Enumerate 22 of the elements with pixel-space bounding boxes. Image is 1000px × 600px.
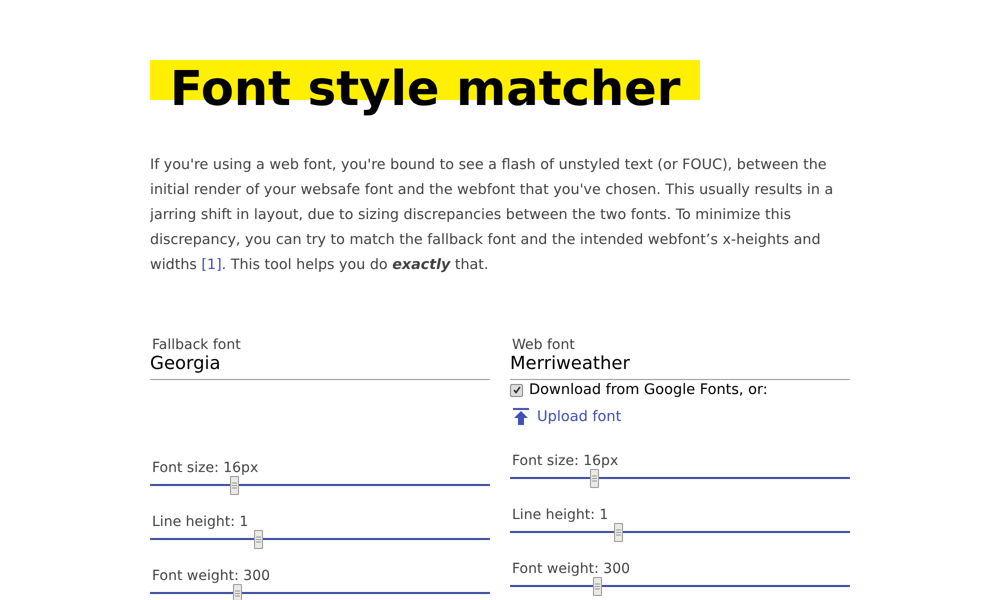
slider-label: Line height: 1 xyxy=(151,513,250,531)
slider-thumb[interactable] xyxy=(230,476,239,495)
upload-icon xyxy=(513,408,529,426)
slider-label: Font size: 16px xyxy=(151,459,260,477)
slider-thumb[interactable] xyxy=(233,584,242,600)
upload-link[interactable]: Upload font xyxy=(513,408,622,426)
slider-label: Font weight: 300 xyxy=(511,560,632,578)
slider-thumb[interactable] xyxy=(593,577,602,596)
field-label: Fallback font xyxy=(151,337,242,353)
reference-link[interactable]: [1] xyxy=(201,257,222,273)
intro-paragraph: If you're using a web font, you're bound to see a flash of unstyled text (or FOUC), between the initial render of your websafe font and the webfont that you've chosen. This usually results in a jarring shift in layout, due to sizing discrepancies between the two fonts. To minimize this discrepancy, you can try to match the fallback font and the intended webfont’s x-heights and widths [1]. This tool helps you do exactly that. xyxy=(150,156,834,275)
slider-thumb[interactable] xyxy=(254,530,263,549)
slider-thumb[interactable] xyxy=(614,523,623,542)
slider-label: Line height: 1 xyxy=(511,506,610,524)
slider-label: Font size: 16px xyxy=(511,452,620,470)
checkbox[interactable] xyxy=(510,384,523,396)
font-input[interactable]: Georgia xyxy=(150,353,490,375)
slider-label: Font weight: 300 xyxy=(151,567,272,585)
checkbox-label: Download from Google Fonts, or: xyxy=(529,382,768,398)
slider-thumb[interactable] xyxy=(590,469,599,488)
font-input[interactable]: Merriweather xyxy=(510,353,850,375)
field-label: Web font xyxy=(511,337,576,353)
